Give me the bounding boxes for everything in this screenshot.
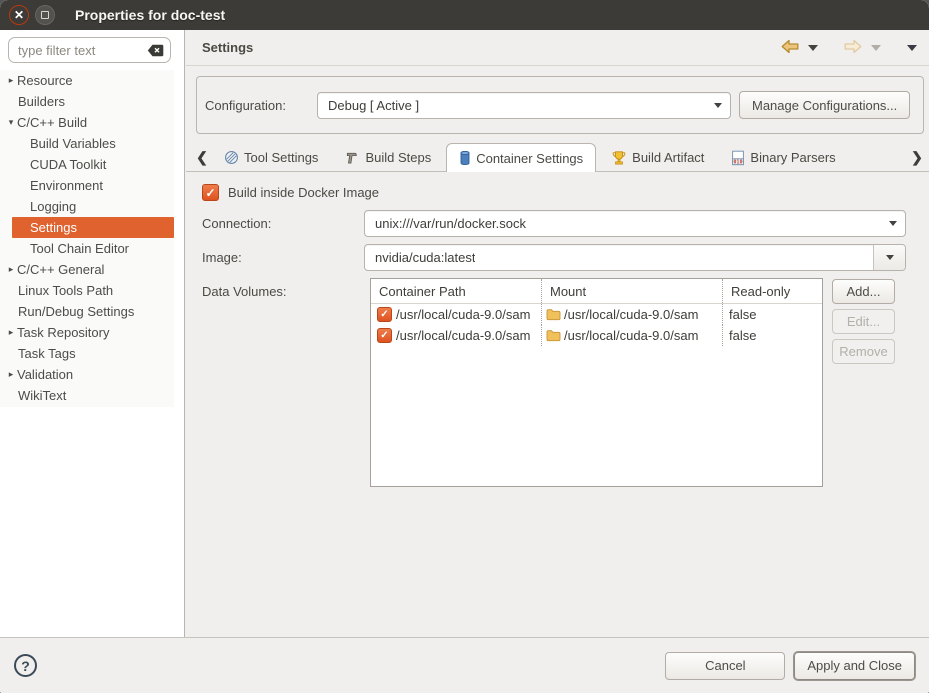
collapse-arrow-icon[interactable]: ▸ — [5, 369, 17, 380]
build-inside-docker-label: Build inside Docker Image — [228, 185, 379, 200]
column-read-only[interactable]: Read-only — [723, 279, 822, 303]
page-header: Settings — [186, 30, 929, 66]
tree-item-build-variables[interactable]: Build Variables — [0, 133, 174, 154]
tree-item-wikitext[interactable]: WikiText — [0, 385, 174, 406]
tree-item-tool-chain-editor[interactable]: Tool Chain Editor — [0, 238, 174, 259]
collapse-arrow-icon[interactable]: ▸ — [5, 264, 17, 275]
configuration-select[interactable]: Debug [ Active ] — [317, 92, 731, 119]
tree-item-builders[interactable]: Builders — [0, 91, 174, 112]
image-combo[interactable]: nvidia/cuda:latest — [364, 244, 906, 271]
chevron-down-icon — [714, 103, 722, 108]
image-dropdown-button[interactable] — [873, 245, 905, 270]
tree-item-environment[interactable]: Environment — [0, 175, 174, 196]
dialog-footer: ? Cancel Apply and Close — [0, 637, 929, 693]
tree-item-settings[interactable]: Settings — [12, 217, 174, 238]
properties-dialog: ✕ Properties for doc-test ▸Resource Buil… — [0, 0, 929, 693]
apply-and-close-button[interactable]: Apply and Close — [794, 652, 915, 680]
hammer-icon — [345, 150, 360, 165]
chevron-down-icon — [889, 221, 897, 226]
tab-build-artifact[interactable]: Build Artifact — [599, 144, 716, 171]
connection-select[interactable]: unix:///var/run/docker.sock — [364, 210, 906, 237]
tree-item-cuda-toolkit[interactable]: CUDA Toolkit — [0, 154, 174, 175]
tab-bar: ❮ Tool Settings — [186, 144, 929, 172]
tree-item-validation[interactable]: ▸Validation — [0, 364, 174, 385]
back-history-dropdown-icon[interactable] — [808, 45, 818, 51]
tree-item-task-repository[interactable]: ▸Task Repository — [0, 322, 174, 343]
collapse-arrow-icon[interactable]: ▸ — [5, 327, 17, 338]
table-header: Container Path Mount Read-only — [371, 279, 822, 304]
tab-build-steps[interactable]: Build Steps — [333, 144, 443, 171]
binary-file-icon: 010 — [731, 150, 745, 166]
tree-item-cpp-build[interactable]: ▾C/C++ Build — [0, 112, 174, 133]
build-inside-docker-checkbox[interactable]: ✓ — [202, 184, 219, 201]
tree-item-task-tags[interactable]: Task Tags — [0, 343, 174, 364]
maximize-button[interactable] — [35, 5, 55, 25]
data-volumes-table: Container Path Mount Read-only ✓ /usr/lo… — [370, 278, 823, 487]
folder-icon — [546, 329, 561, 342]
collapse-arrow-icon[interactable]: ▸ — [5, 75, 17, 86]
clear-filter-icon[interactable] — [147, 44, 164, 57]
help-icon[interactable]: ? — [14, 654, 37, 677]
back-arrow-icon[interactable] — [781, 39, 799, 57]
forward-arrow-icon[interactable] — [844, 39, 862, 57]
folder-icon — [546, 308, 561, 321]
volume-checkbox[interactable]: ✓ — [377, 307, 392, 322]
sidebar: ▸Resource Builders ▾C/C++ Build Build Va… — [0, 30, 185, 637]
tab-binary-parsers[interactable]: 010 Binary Parsers — [719, 144, 847, 171]
image-label: Image: — [202, 250, 242, 265]
tabs-scroll-right-icon[interactable]: ❯ — [907, 149, 927, 166]
category-tree: ▸Resource Builders ▾C/C++ Build Build Va… — [0, 70, 174, 407]
column-container-path[interactable]: Container Path — [371, 279, 542, 303]
container-icon — [459, 150, 471, 166]
add-volume-button[interactable]: Add... — [832, 279, 895, 304]
trophy-icon — [611, 150, 627, 166]
data-volumes-label: Data Volumes: — [202, 284, 287, 299]
tree-item-cpp-general[interactable]: ▸C/C++ General — [0, 259, 174, 280]
container-settings-panel: ✓ Build inside Docker Image Connection: … — [186, 172, 929, 637]
configuration-label: Configuration: — [205, 98, 317, 113]
table-row[interactable]: ✓ /usr/local/cuda-9.0/sam /usr/local/cud… — [371, 304, 822, 325]
tab-tool-settings[interactable]: Tool Settings — [212, 144, 330, 171]
configuration-group: Configuration: Debug [ Active ] Manage C… — [196, 76, 924, 134]
tool-settings-icon — [224, 150, 239, 165]
expand-arrow-icon[interactable]: ▾ — [5, 117, 17, 128]
dialog-body: ▸Resource Builders ▾C/C++ Build Build Va… — [0, 30, 929, 637]
edit-volume-button[interactable]: Edit... — [832, 309, 895, 334]
page-title: Settings — [202, 40, 253, 55]
view-menu-icon[interactable] — [907, 45, 917, 51]
tabs-scroll-left-icon[interactable]: ❮ — [192, 149, 212, 166]
volume-checkbox[interactable]: ✓ — [377, 328, 392, 343]
remove-volume-button[interactable]: Remove — [832, 339, 895, 364]
titlebar: ✕ Properties for doc-test — [0, 0, 929, 30]
column-mount[interactable]: Mount — [542, 279, 723, 303]
main-panel: Settings — [186, 30, 929, 637]
cancel-button[interactable]: Cancel — [665, 652, 785, 680]
tree-item-logging[interactable]: Logging — [0, 196, 174, 217]
tree-item-linux-tools-path[interactable]: Linux Tools Path — [0, 280, 174, 301]
manage-configurations-button[interactable]: Manage Configurations... — [739, 91, 910, 119]
chevron-down-icon — [886, 255, 894, 260]
tree-item-resource[interactable]: ▸Resource — [0, 70, 174, 91]
close-button[interactable]: ✕ — [9, 5, 29, 25]
tree-item-run-debug-settings[interactable]: Run/Debug Settings — [0, 301, 174, 322]
table-row[interactable]: ✓ /usr/local/cuda-9.0/sam /usr/local/cud… — [371, 325, 822, 346]
forward-history-dropdown-icon[interactable] — [871, 45, 881, 51]
tab-container-settings[interactable]: Container Settings — [446, 143, 596, 172]
window-title: Properties for doc-test — [75, 7, 225, 23]
svg-text:010: 010 — [734, 159, 743, 165]
connection-label: Connection: — [202, 216, 271, 231]
